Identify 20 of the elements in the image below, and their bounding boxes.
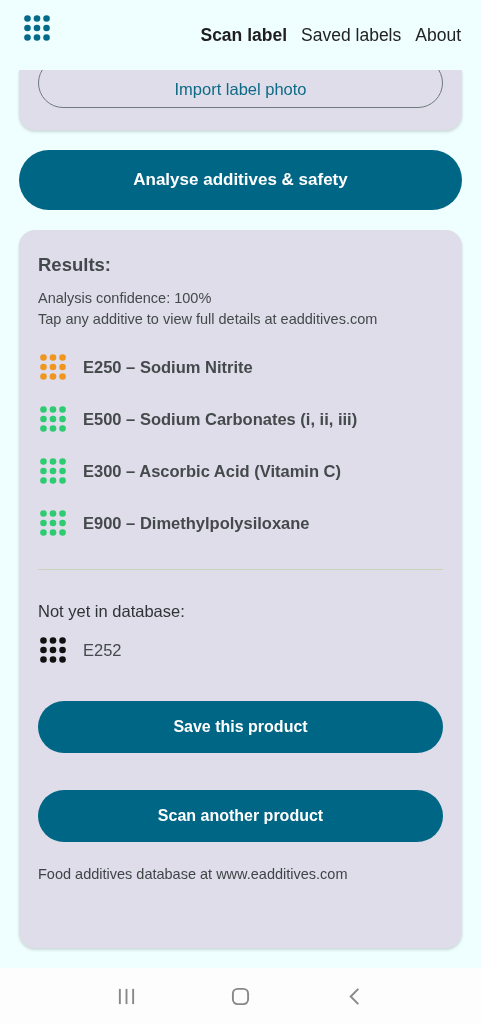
nav-tab[interactable]: Saved labels bbox=[301, 24, 402, 46]
dot-grid-logo-icon[interactable] bbox=[24, 15, 50, 41]
footer-text: Food additives database at www.eadditives.com bbox=[38, 866, 349, 882]
additive-link[interactable]: E500 – Sodium Carbonates (i, ii, iii) bbox=[83, 409, 358, 429]
section-heading: Not yet in database: bbox=[38, 602, 186, 621]
recent-apps-icon[interactable] bbox=[117, 986, 137, 1006]
nav-tab[interactable]: About bbox=[415, 24, 461, 46]
save-product-button[interactable]: Save this product bbox=[38, 701, 443, 753]
scan-another-button[interactable]: Scan another product bbox=[38, 790, 443, 842]
analyse-button[interactable]: Analyse additives & safety bbox=[19, 150, 462, 210]
confidence-text: Analysis confidence: 100% bbox=[38, 289, 213, 308]
import-photo-button[interactable]: Import label photo bbox=[38, 70, 443, 108]
additive-code: E252 bbox=[83, 640, 122, 660]
results-heading: Results: bbox=[38, 254, 112, 276]
nav-tab[interactable]: Scan label bbox=[200, 24, 288, 46]
additive-link[interactable]: E250 – Sodium Nitrite bbox=[83, 357, 253, 377]
additive-link[interactable]: E900 – Dimethylpolysiloxane bbox=[83, 513, 310, 533]
additive-link[interactable]: E300 – Ascorbic Acid (Vitamin C) bbox=[83, 461, 341, 481]
home-icon[interactable] bbox=[231, 986, 250, 1006]
hint-text: Tap any additive to view full details at eadditives.com bbox=[38, 310, 379, 329]
